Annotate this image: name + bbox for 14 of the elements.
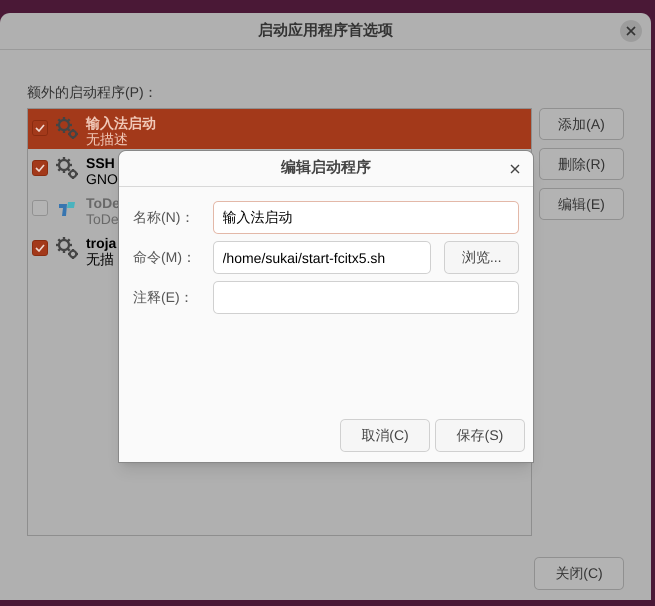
list-label: 额外的启动程序(P)： xyxy=(27,83,159,102)
program-name: ToDe xyxy=(86,195,120,211)
program-name: SSH xyxy=(86,155,116,171)
dialog-title: 编辑启动程序 xyxy=(281,158,371,178)
program-name: 输入法启动 xyxy=(86,115,156,131)
program-description: 无描述 xyxy=(86,131,129,147)
program-description: GNO xyxy=(86,171,118,187)
program-description: 无描 xyxy=(86,251,115,267)
field-label: 名称(N)： xyxy=(133,208,196,227)
program-description: ToDe xyxy=(86,211,120,227)
field-label: 命令(M)： xyxy=(133,248,197,267)
window-title: 启动应用程序首选项 xyxy=(258,20,393,41)
field-label: 注释(E)： xyxy=(133,288,195,307)
program-name: troja xyxy=(86,235,116,251)
